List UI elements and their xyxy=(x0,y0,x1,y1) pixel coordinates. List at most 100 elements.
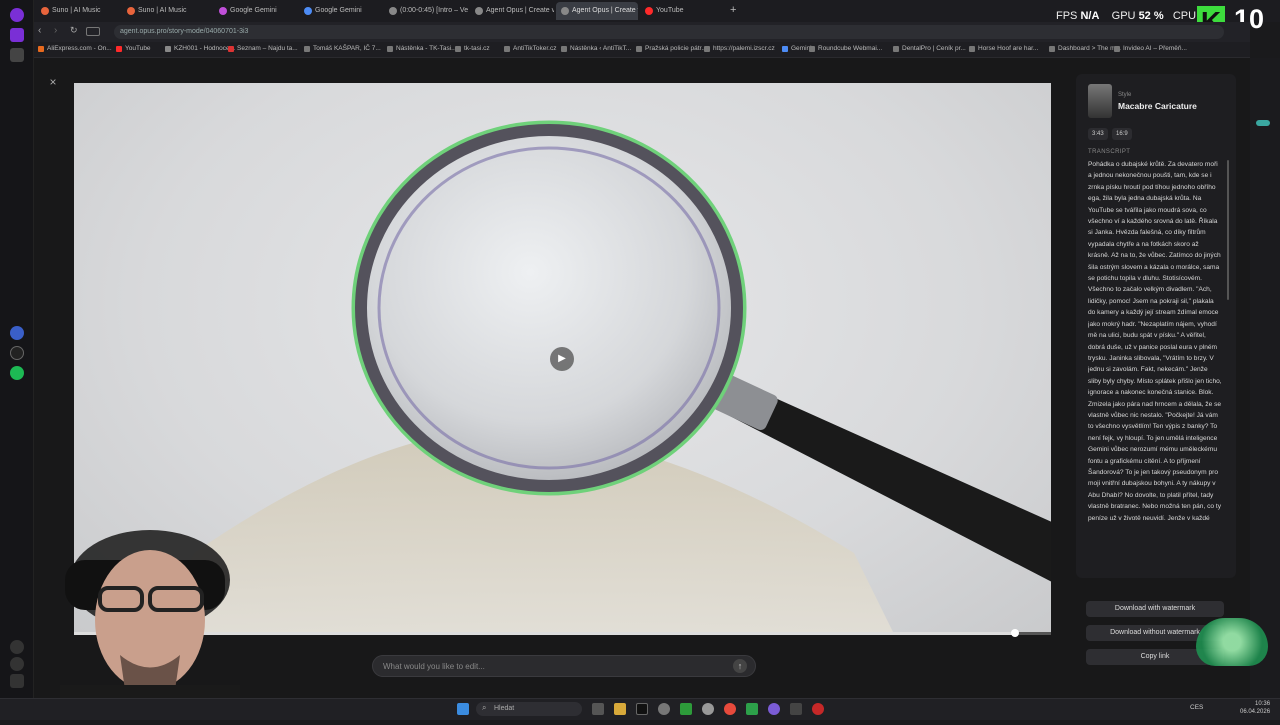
bookmark-item[interactable]: Invideo AI – Přeměň... xyxy=(1114,45,1187,52)
gpu-value: 52 % xyxy=(1138,10,1164,22)
play-icon[interactable]: ▶ xyxy=(550,347,574,371)
bookmark-item[interactable]: Gemini xyxy=(782,45,812,52)
start-icon[interactable] xyxy=(457,703,469,715)
bookmark-item[interactable]: tk-tasi.cz xyxy=(455,45,490,52)
url-field[interactable]: agent.opus.pro/story-mode/04060701-3i3 xyxy=(114,25,1224,39)
bookmark-item[interactable]: https://palemi.izscr.cz xyxy=(704,45,775,52)
bookmark-item[interactable]: Seznam – Najdu ta... xyxy=(228,45,298,52)
bookmark-favicon-icon xyxy=(38,46,44,52)
duration-chip: 3:43 xyxy=(1088,128,1108,140)
messenger-icon[interactable] xyxy=(10,326,24,340)
tab-favicon-icon xyxy=(304,7,312,15)
close-button[interactable]: × xyxy=(44,73,62,91)
bookmark-favicon-icon xyxy=(304,46,310,52)
tab-favicon-icon xyxy=(561,7,569,15)
bookmark-label: Pražská policie pátr... xyxy=(645,45,707,52)
tiktok-taskbar-icon[interactable] xyxy=(636,703,648,715)
mascot-overlay xyxy=(1196,618,1268,666)
transcript-heading: TRANSCRIPT xyxy=(1088,149,1131,155)
bookmark-item[interactable]: AntiTikToker.cz xyxy=(504,45,556,52)
browser-tab[interactable]: Suno | AI Music xyxy=(36,2,120,20)
bookmark-favicon-icon xyxy=(1049,46,1055,52)
style-label: Style xyxy=(1118,92,1132,98)
new-tab-button[interactable]: + xyxy=(726,2,746,20)
browser-tab[interactable]: (0:00-0:45) [Intro – Vese] xyxy=(384,2,468,20)
home-icon[interactable] xyxy=(10,28,24,42)
file-explorer-icon[interactable] xyxy=(614,703,626,715)
chrome-icon[interactable] xyxy=(724,703,736,715)
bookmark-item[interactable]: Pražská policie pátr... xyxy=(636,45,707,52)
download-with-watermark-button[interactable]: Download with watermark xyxy=(1086,601,1224,617)
forward-icon[interactable]: › xyxy=(54,25,57,36)
task-view-icon[interactable] xyxy=(592,703,604,715)
browser-tab[interactable]: Agent Opus | Create vide xyxy=(556,2,638,20)
settings-icon[interactable] xyxy=(658,703,670,715)
extension-toggle-icon[interactable] xyxy=(1256,120,1270,126)
send-button[interactable]: ↑ xyxy=(733,659,747,673)
vpn-icon[interactable] xyxy=(86,27,100,36)
cpu-label: CPU xyxy=(1172,10,1197,22)
bookmark-label: Horse Hoof are har... xyxy=(978,45,1039,52)
pin-icon[interactable] xyxy=(10,48,24,62)
browser-menu-icon[interactable] xyxy=(10,8,24,22)
bookmark-item[interactable]: Dashboard > The m... xyxy=(1049,45,1121,52)
tab-favicon-icon xyxy=(475,7,483,15)
steam-icon[interactable] xyxy=(702,703,714,715)
opera-icon[interactable] xyxy=(768,703,780,715)
bookmark-favicon-icon xyxy=(165,46,171,52)
reload-icon[interactable]: ↻ xyxy=(70,25,78,36)
opera-gx-icon[interactable] xyxy=(812,703,824,715)
bookmark-item[interactable]: YouTube xyxy=(116,45,151,52)
edit-prompt-input[interactable]: What would you like to edit... xyxy=(372,655,756,677)
gpu-label: GPU xyxy=(1111,10,1136,22)
browser-tab[interactable]: Agent Opus | Create vide xyxy=(470,2,554,20)
bookmark-label: KZH001 - Hodnoce... xyxy=(174,45,236,52)
bookmark-label: Tomáš KAŠPAR, IČ 7... xyxy=(313,45,381,52)
bookmark-label: tk-tasi.cz xyxy=(464,45,490,52)
bookmark-item[interactable]: Horse Hoof are har... xyxy=(969,45,1038,52)
bookmark-item[interactable]: Roundcube Webmai... xyxy=(809,45,882,52)
bookmarks-bar: AliExpress.com - On... YouTube KZH001 - Ho… xyxy=(34,42,1250,58)
tab-favicon-icon xyxy=(41,7,49,15)
performance-hud: FPS N/A GPU 52 % CPU xyxy=(1056,10,1196,22)
bookmark-favicon-icon xyxy=(561,46,567,52)
magnifier-lens xyxy=(355,124,743,492)
bookmark-item[interactable]: Nástěnka ‹ AntiTikT... xyxy=(561,45,631,52)
taskbar-search[interactable]: Hledat xyxy=(476,702,582,716)
bookmark-item[interactable]: Nástěnka - TK-Tasi... xyxy=(387,45,457,52)
language-indicator[interactable]: CES xyxy=(1190,704,1203,711)
bookmark-favicon-icon xyxy=(387,46,393,52)
bookmark-label: DentalPro | Ceník pr... xyxy=(902,45,966,52)
bookmark-favicon-icon xyxy=(228,46,234,52)
bookmark-label: Nástěnka ‹ AntiTikT... xyxy=(570,45,632,52)
app-icon[interactable] xyxy=(790,703,802,715)
spotify-icon[interactable] xyxy=(10,366,24,380)
bookmark-label: Roundcube Webmai... xyxy=(818,45,883,52)
clock-date: 06.04.2026 xyxy=(1240,709,1271,715)
browser-tab[interactable]: Google Gemini xyxy=(299,2,381,20)
progress-knob[interactable] xyxy=(1010,629,1019,637)
media-player-icon[interactable] xyxy=(746,703,758,715)
bookmark-item[interactable]: Tomáš KAŠPAR, IČ 7... xyxy=(304,45,381,52)
tiktok-icon[interactable] xyxy=(10,346,24,360)
transcript-scrollbar[interactable] xyxy=(1227,160,1229,300)
bookmark-favicon-icon xyxy=(969,46,975,52)
bookmark-label: Invideo AI – Přeměň... xyxy=(1123,45,1187,52)
bookmark-label: AliExpress.com - On... xyxy=(47,45,112,52)
search-icon: ⌕ xyxy=(482,703,487,712)
back-icon[interactable]: ‹ xyxy=(38,25,41,36)
system-clock[interactable]: 10:36 06.04.2026 xyxy=(1240,700,1270,716)
bookmark-item[interactable]: DentalPro | Ceník pr... xyxy=(893,45,966,52)
bookmark-favicon-icon xyxy=(809,46,815,52)
tab-favicon-icon xyxy=(127,7,135,15)
transcript-text: Pohádka o dubajské krůtě. Za devatero mo… xyxy=(1088,161,1222,522)
browser-tab[interactable]: Google Gemini xyxy=(214,2,296,20)
xbox-icon[interactable] xyxy=(680,703,692,715)
browser-tab[interactable]: Suno | AI Music xyxy=(122,2,210,20)
webcam-person-illustration xyxy=(60,530,240,720)
bookmark-item[interactable]: AliExpress.com - On... xyxy=(38,45,112,52)
bookmark-favicon-icon xyxy=(504,46,510,52)
browser-tab[interactable]: YouTube xyxy=(640,2,700,20)
right-extension-strip xyxy=(1250,58,1280,698)
bookmark-item[interactable]: KZH001 - Hodnoce... xyxy=(165,45,235,52)
